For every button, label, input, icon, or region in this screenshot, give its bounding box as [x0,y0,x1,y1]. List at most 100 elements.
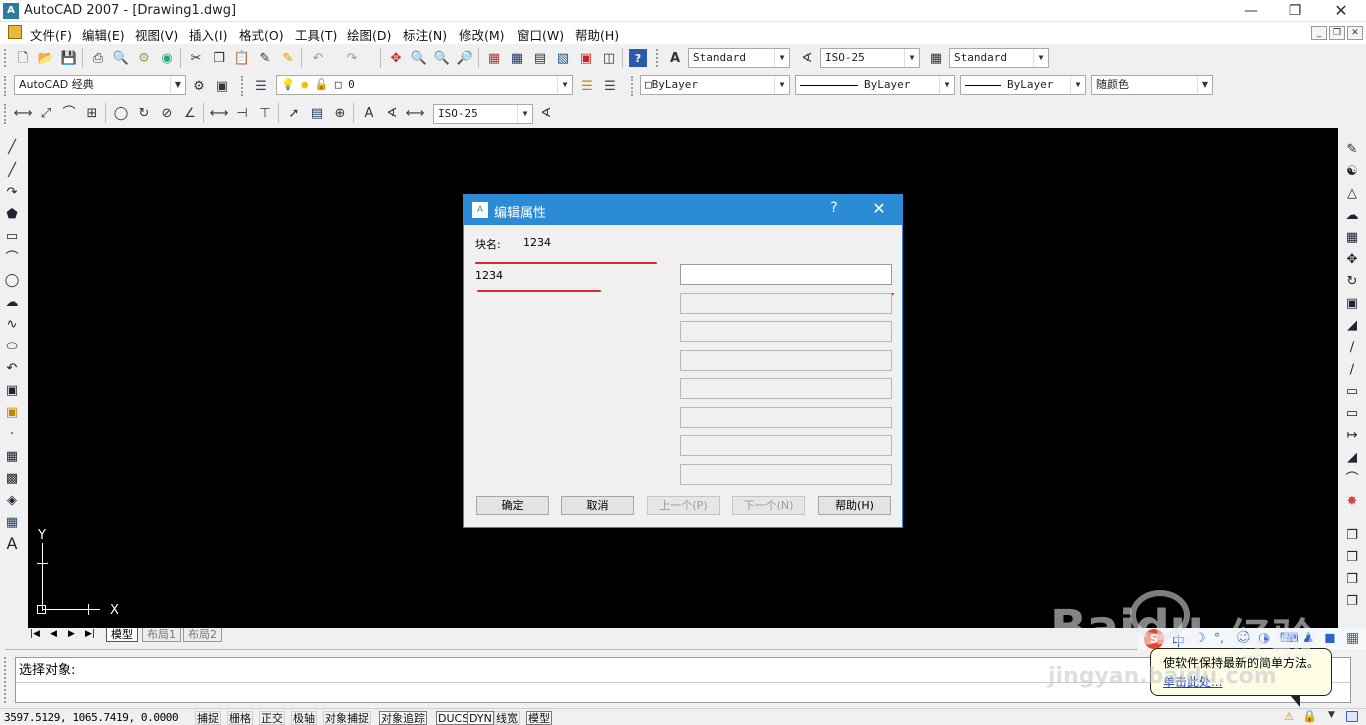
ordinate-dimension-icon[interactable]: ⊞ [83,104,101,122]
save-icon[interactable]: 💾 [60,49,78,67]
array-icon[interactable]: ▦ [1342,228,1362,246]
dialog-title-bar[interactable]: A 编辑属性 ? ✕ [464,195,902,225]
markup-icon[interactable]: ▣ [577,49,595,67]
plot-style-select[interactable]: 随颜色 ▼ [1091,75,1213,95]
linetype-select[interactable]: ByLayer ▼ [795,75,955,95]
ortho-toggle[interactable]: 正交 [259,711,285,725]
calculator-icon[interactable]: ◫ [600,49,618,67]
fillet-icon[interactable]: ⌒ [1342,470,1362,488]
arc-length-icon[interactable]: ⌒ [60,104,78,122]
hatch-icon[interactable]: ▦ [2,447,22,465]
tab-prev-icon[interactable]: ◀ [50,628,57,641]
otrack-toggle[interactable]: 对象追踪 [379,711,427,725]
move-icon[interactable]: ✥ [1342,250,1362,268]
menu-draw[interactable]: 绘图(D) [347,25,391,44]
tab-layout1[interactable]: 布局1 [142,628,181,642]
menu-modify[interactable]: 修改(M) [459,25,505,44]
line-icon[interactable]: ╱ [2,138,22,156]
construction-line-icon[interactable]: ╱ [2,161,22,179]
lock-icon[interactable]: 🔒 [1302,709,1317,723]
match-properties-icon[interactable]: ✎ [256,49,274,67]
tab-model[interactable]: 模型 [106,628,138,642]
bring-above-icon[interactable]: ❐ [1342,570,1362,588]
lineweight-select[interactable]: ByLayer ▼ [960,75,1086,95]
polar-toggle[interactable]: 极轴 [291,711,317,725]
document-icon[interactable] [8,25,22,39]
ime-toolbox-icon[interactable]: ▦ [1346,630,1359,646]
trim-icon[interactable]: ∕ [1342,338,1362,356]
extend-icon[interactable]: ∕ [1342,360,1362,378]
make-object-layer-current-icon[interactable]: ☰ [578,77,596,95]
insert-block-icon[interactable]: ▣ [2,381,22,399]
draw-order-back-icon[interactable]: ❐ [1342,548,1362,566]
menu-window[interactable]: 窗口(W) [517,25,564,44]
communication-center-icon[interactable]: ⚠ [1284,710,1294,723]
workspace-settings-icon[interactable]: ⚙ [190,77,208,95]
copy-icon[interactable]: ❐ [210,49,228,67]
draw-order-front-icon[interactable]: ❐ [1342,526,1362,544]
gradient-icon[interactable]: ▩ [2,469,22,487]
dimension-edit-icon[interactable]: A [360,104,378,122]
toolbar-grip[interactable] [656,49,659,67]
make-block-icon[interactable]: ▣ [2,403,22,421]
dim-style-select[interactable]: ISO-25 ▼ [820,48,920,68]
doc-close-icon[interactable]: ✕ [1347,26,1363,40]
restore-icon[interactable]: ❐ [1272,0,1318,22]
design-center-icon[interactable]: ▦ [508,49,526,67]
new-file-icon[interactable]: 🗋 [14,49,32,67]
pan-icon[interactable]: ✥ [387,49,405,67]
dimension-text-edit-icon[interactable]: ∢ [383,104,401,122]
region-icon[interactable]: ◈ [2,491,22,509]
layer-select[interactable]: 💡 ● 🔓 □ 0 ▼ [276,75,573,95]
layer-manager-icon[interactable]: ☰ [252,77,270,95]
quick-leader-icon[interactable]: ➚ [285,104,303,122]
next-button[interactable]: 下一个(N) [732,496,805,515]
coordinate-readout[interactable]: 3597.5129, 1065.7419, 0.0000 [4,711,179,724]
spline-icon[interactable]: ∿ [2,315,22,333]
help-icon[interactable]: ? [629,49,647,67]
revision-cloud-icon[interactable]: ☁ [2,293,22,311]
stretch-icon[interactable]: ◢ [1342,316,1362,334]
minimize-icon[interactable]: — [1228,0,1274,22]
redo-icon[interactable]: ↷ [343,49,361,67]
workspace-select[interactable]: AutoCAD 经典 ▼ [14,75,186,95]
break-at-point-icon[interactable]: ▭ [1342,382,1362,400]
close-icon[interactable]: ✕ [1318,0,1364,22]
multiline-text-icon[interactable]: A [2,535,22,553]
point-icon[interactable]: · [2,425,22,443]
dimension-style-icon[interactable]: ∢ [798,49,816,67]
arc-icon[interactable]: ⌒ [2,249,22,267]
diameter-dimension-icon[interactable]: ⊘ [158,104,176,122]
text-style-select[interactable]: Standard ▼ [688,48,790,68]
tool-palettes-icon[interactable]: ▤ [531,49,549,67]
status-menu-arrow-icon[interactable]: ▼ [1328,710,1335,720]
scale-icon[interactable]: ▣ [1342,294,1362,312]
grid-toggle[interactable]: 栅格 [227,711,253,725]
quick-dimension-icon[interactable]: ⟷ [210,104,229,122]
menu-view[interactable]: 视图(V) [135,25,178,44]
linear-dimension-icon[interactable]: ⟷ [14,104,33,122]
explode-icon[interactable]: ✸ [1342,492,1362,510]
zoom-window-icon[interactable]: 🔍 [433,49,451,67]
break-icon[interactable]: ▭ [1342,404,1362,422]
my-workspace-icon[interactable]: ▣ [213,77,231,95]
dim-style-select-2[interactable]: ISO-25 ▼ [433,104,533,124]
rectangle-icon[interactable]: ▭ [2,227,22,245]
toolbar-grip[interactable] [4,104,7,124]
dimension-style-manager-icon[interactable]: ∢ [537,104,555,122]
layer-previous-icon[interactable]: ☰ [601,77,619,95]
ellipse-arc-icon[interactable]: ↶ [2,359,22,377]
angular-dimension-icon[interactable]: ∠ [181,104,199,122]
osnap-toggle[interactable]: 对象捕捉 [323,711,371,725]
send-under-icon[interactable]: ❐ [1342,592,1362,610]
toolbar-grip[interactable] [631,76,634,96]
publish-icon[interactable]: ⚙ [135,49,153,67]
table-icon[interactable]: ▦ [2,513,22,531]
chamfer-icon[interactable]: ◢ [1342,448,1362,466]
aligned-dimension-icon[interactable]: ⤢ [37,104,55,122]
radius-dimension-icon[interactable]: ◯ [112,104,130,122]
jogged-dimension-icon[interactable]: ↻ [135,104,153,122]
command-grip[interactable] [4,657,12,703]
center-mark-icon[interactable]: ⊕ [331,104,349,122]
toolbar-grip[interactable] [4,76,7,96]
